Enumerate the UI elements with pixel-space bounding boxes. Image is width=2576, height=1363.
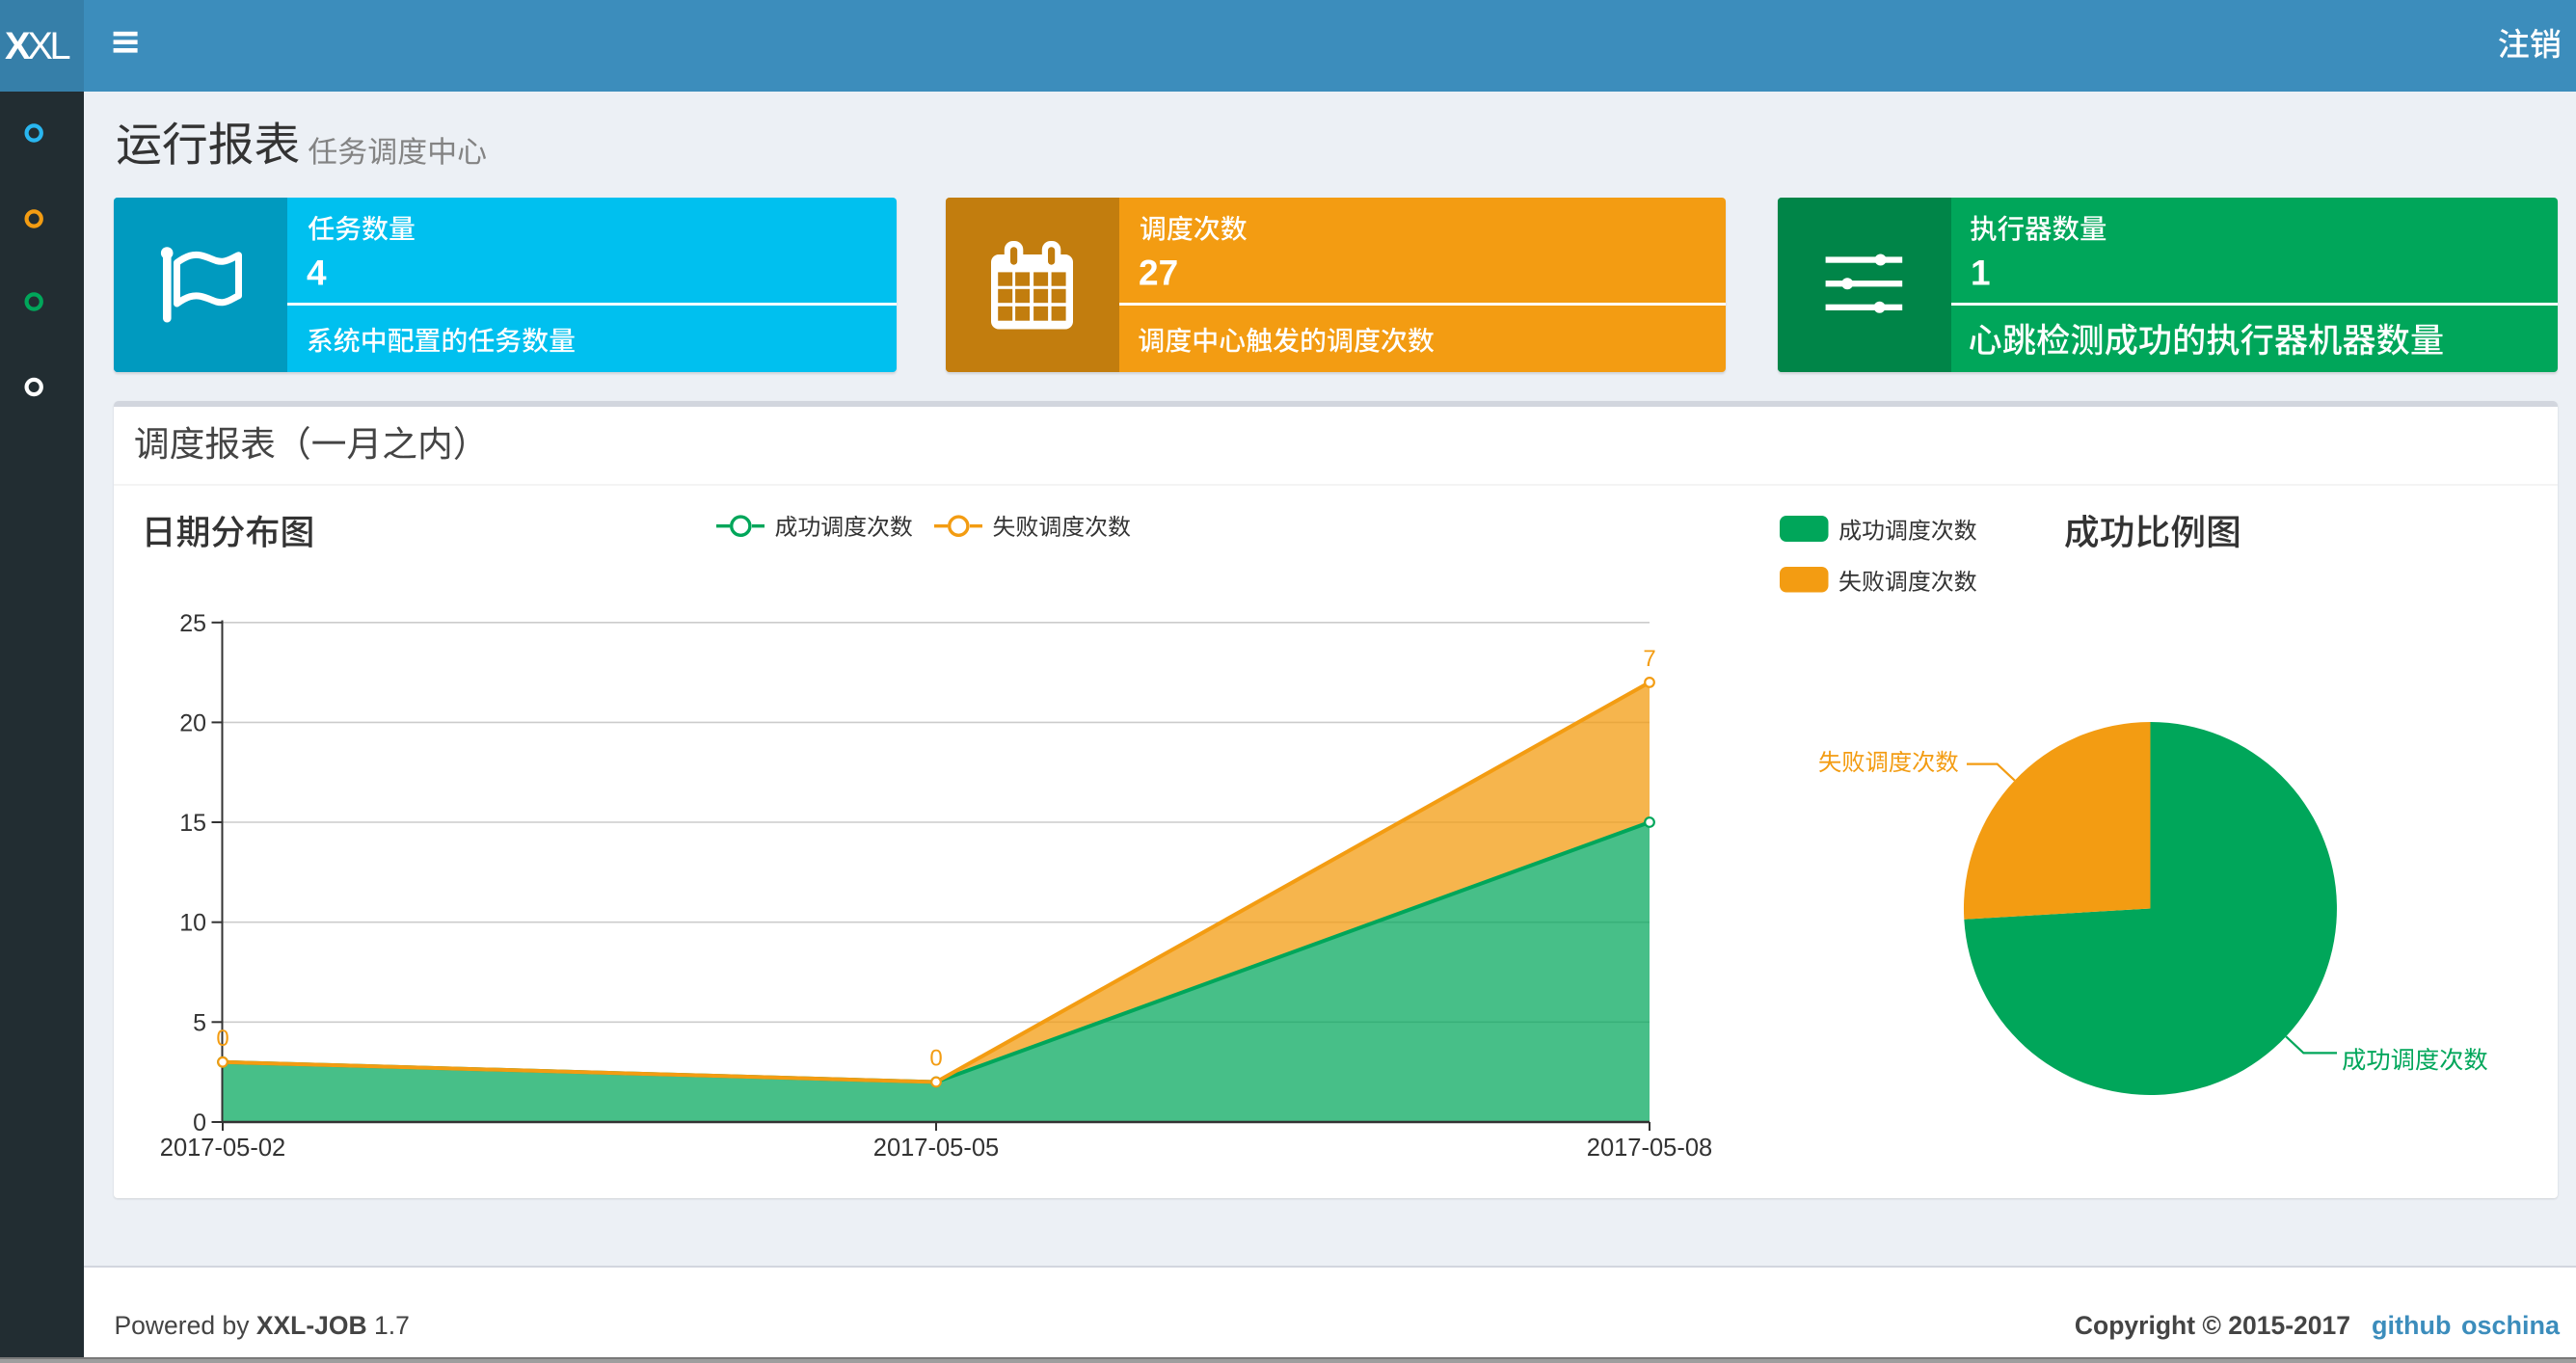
- svg-text:Powered by XXL-JOB 1.7: Powered by XXL-JOB 1.7: [115, 1311, 410, 1340]
- svg-text:2017-05-02: 2017-05-02: [160, 1135, 285, 1162]
- svg-text:5: 5: [193, 1009, 206, 1036]
- svg-text:15: 15: [179, 810, 206, 837]
- svg-text:20: 20: [179, 709, 206, 736]
- svg-text:XXL: XXL: [5, 25, 69, 67]
- svg-text:github: github: [2372, 1311, 2451, 1340]
- svg-text:1: 1: [1971, 254, 1991, 293]
- svg-text:Copyright © 2015-2017: Copyright © 2015-2017: [2075, 1311, 2350, 1340]
- svg-text:0: 0: [216, 1026, 228, 1052]
- svg-text:0: 0: [929, 1046, 942, 1072]
- svg-text:25: 25: [179, 610, 206, 637]
- svg-text:10: 10: [179, 910, 206, 937]
- svg-text:oschina: oschina: [2461, 1311, 2561, 1340]
- svg-text:0: 0: [193, 1109, 206, 1136]
- svg-text:7: 7: [1643, 646, 1655, 672]
- svg-text:2017-05-05: 2017-05-05: [873, 1135, 999, 1162]
- svg-text:4: 4: [307, 254, 327, 293]
- svg-text:27: 27: [1139, 254, 1178, 293]
- svg-text:2017-05-08: 2017-05-08: [1587, 1135, 1712, 1162]
